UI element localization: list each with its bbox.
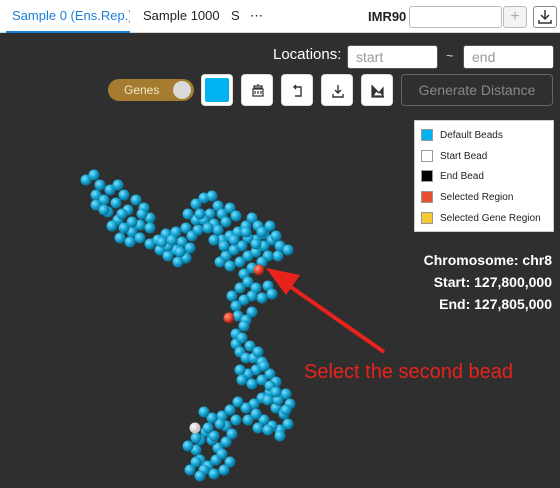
bead[interactable] (194, 470, 206, 482)
bead[interactable] (264, 220, 276, 232)
bead[interactable] (198, 406, 210, 418)
bead[interactable] (94, 179, 106, 191)
annotation-text: Select the second bead (304, 361, 514, 383)
selected-bead[interactable] (223, 312, 235, 324)
bead[interactable] (214, 256, 226, 268)
bead[interactable] (184, 464, 196, 476)
bead[interactable] (184, 242, 196, 254)
bead[interactable] (174, 246, 186, 258)
bead[interactable] (144, 222, 156, 234)
bead[interactable] (134, 232, 146, 244)
bead[interactable] (266, 288, 278, 300)
bead[interactable] (208, 234, 220, 246)
bead[interactable] (246, 378, 258, 390)
bead[interactable] (234, 282, 246, 294)
bead[interactable] (274, 430, 286, 442)
bead[interactable] (258, 360, 270, 372)
bead[interactable] (172, 256, 184, 268)
bead[interactable] (236, 374, 248, 386)
bead[interactable] (118, 189, 130, 201)
bead[interactable] (240, 226, 252, 238)
start-bead[interactable] (189, 422, 201, 434)
bead[interactable] (220, 216, 232, 228)
bead[interactable] (224, 260, 236, 272)
bead[interactable] (242, 414, 254, 426)
bead[interactable] (106, 220, 118, 232)
bead[interactable] (218, 240, 230, 252)
bead[interactable] (230, 300, 242, 312)
bead[interactable] (270, 230, 282, 242)
bead[interactable] (130, 194, 142, 206)
bead[interactable] (126, 216, 138, 228)
bead[interactable] (208, 468, 220, 480)
bead[interactable] (236, 332, 248, 344)
bead[interactable] (272, 250, 284, 262)
bead[interactable] (136, 208, 148, 220)
bead[interactable] (232, 396, 244, 408)
bead[interactable] (206, 190, 218, 202)
annotation-arrow (266, 268, 386, 354)
bead[interactable] (182, 440, 194, 452)
bead[interactable] (252, 422, 264, 434)
bead[interactable] (124, 236, 136, 248)
bead-chain[interactable] (80, 169, 296, 482)
bead[interactable] (230, 414, 242, 426)
bead[interactable] (190, 432, 202, 444)
bead[interactable] (262, 424, 274, 436)
bead[interactable] (234, 364, 246, 376)
bead[interactable] (192, 224, 204, 236)
bead[interactable] (256, 292, 268, 304)
bead[interactable] (226, 290, 238, 302)
bead[interactable] (112, 179, 124, 191)
chromosome-3d-view[interactable] (0, 0, 560, 488)
bead[interactable] (156, 236, 168, 248)
bead[interactable] (262, 394, 274, 406)
bead[interactable] (270, 386, 282, 398)
bead[interactable] (212, 224, 224, 236)
bead[interactable] (202, 222, 214, 234)
bead[interactable] (202, 422, 214, 434)
bead[interactable] (280, 404, 292, 416)
bead[interactable] (250, 238, 262, 250)
bead[interactable] (110, 197, 122, 209)
bead[interactable] (116, 208, 128, 220)
bead[interactable] (88, 169, 100, 181)
bead[interactable] (166, 234, 178, 246)
bead[interactable] (230, 210, 242, 222)
bead[interactable] (216, 448, 228, 460)
bead[interactable] (246, 306, 258, 318)
bead[interactable] (98, 204, 110, 216)
bead[interactable] (228, 234, 240, 246)
bead[interactable] (114, 232, 126, 244)
bead[interactable] (194, 208, 206, 220)
selected-bead[interactable] (253, 264, 265, 276)
bead[interactable] (238, 320, 250, 332)
bead[interactable] (252, 346, 264, 358)
bead[interactable] (182, 208, 194, 220)
bead[interactable] (282, 244, 294, 256)
bead[interactable] (218, 464, 230, 476)
